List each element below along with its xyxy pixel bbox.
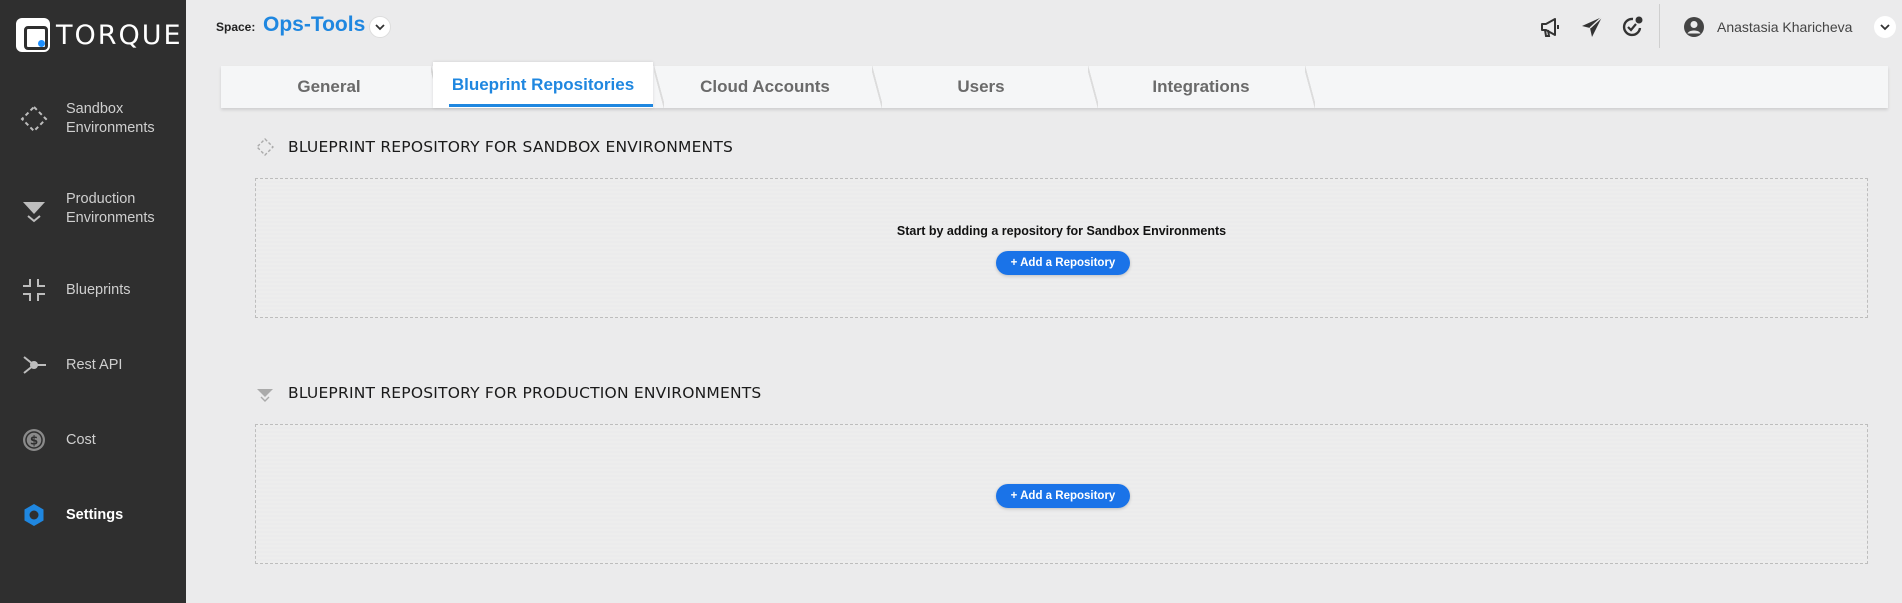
user-avatar-icon[interactable] [1683,16,1705,38]
topbar-divider [1659,4,1660,48]
chevron-down-icon [1880,24,1890,31]
svg-text:$: $ [30,434,38,448]
tab-label: General [297,77,361,96]
sidebar: TORQUE Sandbox Environments Production E… [0,0,186,603]
rest-api-icon [20,351,48,379]
chevron-down-icon [375,24,385,31]
sandbox-repository-dropzone: Start by adding a repository for Sandbox… [255,178,1868,318]
section-title: BLUEPRINT REPOSITORY FOR PRODUCTION ENVI… [288,384,762,402]
tab-label: Integrations [1152,77,1250,96]
space-label: Space: [216,20,256,34]
tab-general[interactable]: General [221,66,437,108]
send-icon[interactable] [1578,13,1606,41]
user-menu-button[interactable] [1874,16,1896,38]
tab-label: Blueprint Repositories [451,75,635,94]
sidebar-item-label: Rest API [66,357,123,373]
sidebar-item-rest-api[interactable]: Rest API [0,350,186,380]
tab-separator [1305,66,1315,108]
tab-integrations[interactable]: Integrations [1093,66,1309,108]
blueprints-icon [20,276,48,304]
sandbox-section-header: BLUEPRINT REPOSITORY FOR SANDBOX ENVIRON… [256,138,733,156]
tab-label: Users [957,77,1005,96]
production-icon [20,195,48,223]
notifications-icon[interactable] [1618,13,1646,41]
sidebar-item-label: Cost [66,432,96,448]
user-name[interactable]: Anastasia Kharicheva [1717,19,1852,35]
logo-icon [16,18,50,52]
sidebar-item-cost[interactable]: $ Cost [0,425,186,455]
sidebar-item-label: Production Environments [66,191,155,226]
sidebar-item-production-environments[interactable]: Production Environments [0,188,186,230]
section-title: BLUEPRINT REPOSITORY FOR SANDBOX ENVIRON… [288,138,734,156]
production-repository-dropzone: + Add a Repository [255,424,1868,564]
cost-icon: $ [20,426,48,454]
logo-text: TORQUE [56,19,183,51]
sidebar-item-sandbox-environments[interactable]: Sandbox Environments [0,98,186,140]
space-dropdown-button[interactable] [369,16,391,38]
top-bar: Space: Ops-Tools Anastasia Kharicheva [186,0,1902,54]
space-name[interactable]: Ops-Tools [263,13,365,37]
sidebar-item-blueprints[interactable]: Blueprints [0,275,186,305]
tab-blueprint-repositories[interactable]: Blueprint Repositories [433,62,653,108]
production-section-header: BLUEPRINT REPOSITORY FOR PRODUCTION ENVI… [256,384,761,402]
sidebar-item-settings[interactable]: Settings [0,500,186,530]
settings-icon [20,501,48,529]
production-icon [257,389,273,402]
add-production-repository-button[interactable]: + Add a Repository [996,484,1130,508]
settings-tabs: General Blueprint Repositories Cloud Acc… [221,62,1888,108]
sidebar-item-label: Blueprints [66,282,131,298]
tab-users[interactable]: Users [877,66,1085,108]
sidebar-item-label: Settings [66,507,124,523]
sandbox-icon [20,105,48,133]
announcements-icon[interactable] [1537,13,1565,41]
add-sandbox-repository-button[interactable]: + Add a Repository [996,251,1130,275]
sandbox-icon [256,138,274,156]
tab-label: Cloud Accounts [700,77,830,96]
torque-logo[interactable]: TORQUE [16,18,183,52]
empty-state-message: Start by adding a repository for Sandbox… [896,224,1227,238]
active-tab-underline [449,104,653,107]
tab-cloud-accounts[interactable]: Cloud Accounts [657,66,873,108]
sidebar-item-label: Sandbox Environments [66,101,155,136]
